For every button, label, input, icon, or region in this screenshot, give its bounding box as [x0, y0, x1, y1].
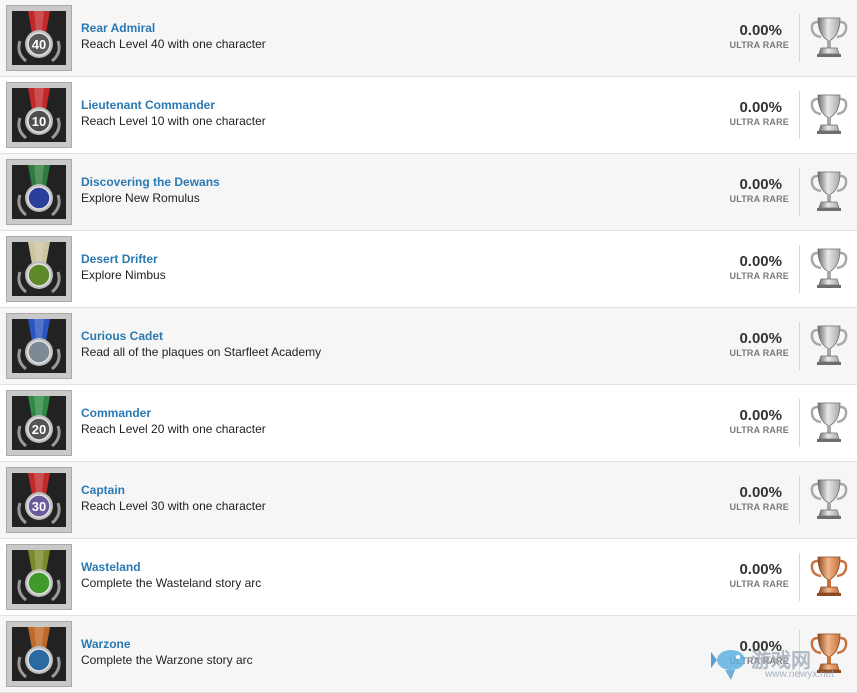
achievement-medal: 10 [6, 82, 72, 148]
achievement-title[interactable]: Discovering the Dewans [81, 175, 220, 189]
fish-logo-icon [711, 650, 745, 680]
discovering-the-dewans-medal-icon [12, 165, 66, 219]
achievement-title[interactable]: Rear Admiral [81, 21, 155, 35]
achievement-percent: 0.00% [739, 22, 782, 39]
commander-medal-icon: 20 [12, 396, 66, 450]
achievement-percent: 0.00% [739, 176, 782, 193]
achievement-percent: 0.00% [739, 407, 782, 424]
medal-level-number: 10 [32, 114, 46, 129]
row-divider [799, 245, 800, 293]
rarity-label: ULTRA RARE [729, 425, 789, 435]
rarity-label: ULTRA RARE [729, 502, 789, 512]
rarity-label: ULTRA RARE [729, 40, 789, 50]
row-divider [799, 14, 800, 62]
medal-level-number: 30 [32, 499, 46, 514]
achievement-description: Read all of the plaques on Starfleet Aca… [81, 345, 322, 359]
achievement-percent: 0.00% [739, 253, 782, 270]
silver-trophy-icon [810, 478, 848, 520]
rarity-label: ULTRA RARE [729, 117, 789, 127]
achievement-row[interactable]: Discovering the Dewans Explore New Romulu… [0, 154, 857, 231]
achievement-row[interactable]: Desert Drifter Explore Nimbus 0.00% ULTRA R… [0, 231, 857, 308]
achievement-title[interactable]: Lieutenant Commander [81, 98, 215, 112]
site-watermark: 游戏网 www.newyx.net [711, 642, 851, 684]
achievement-title[interactable]: Curious Cadet [81, 329, 163, 343]
achievement-description: Reach Level 40 with one character [81, 37, 266, 51]
achievement-row[interactable]: 10 Lieutenant Commander Reach Level 10 wit… [0, 77, 857, 154]
achievement-description: Complete the Wasteland story arc [81, 576, 262, 590]
achievement-row[interactable]: Wasteland Complete the Wasteland story ar… [0, 539, 857, 616]
desert-drifter-medal-icon [12, 242, 66, 296]
achievement-description: Reach Level 30 with one character [81, 499, 266, 513]
captain-medal-icon: 30 [12, 473, 66, 527]
rarity-label: ULTRA RARE [729, 271, 789, 281]
row-divider [799, 553, 800, 601]
achievement-medal [6, 544, 72, 610]
achievement-medal [6, 159, 72, 225]
achievement-row[interactable]: 40 Rear Admiral Reach Level 40 with one ch… [0, 0, 857, 77]
rarity-label: ULTRA RARE [729, 348, 789, 358]
silver-trophy-icon [810, 93, 848, 135]
achievement-title[interactable]: Desert Drifter [81, 252, 158, 266]
medal-level-number: 20 [32, 422, 46, 437]
rear-admiral-medal-icon: 40 [12, 11, 66, 65]
achievement-description: Explore New Romulus [81, 191, 200, 205]
silver-trophy-icon [810, 247, 848, 289]
achievement-medal [6, 313, 72, 379]
rarity-label: ULTRA RARE [729, 579, 789, 589]
achievement-medal: 40 [6, 5, 72, 71]
achievement-percent: 0.00% [739, 484, 782, 501]
silver-trophy-icon [810, 16, 848, 58]
achievement-medal: 30 [6, 467, 72, 533]
achievement-title[interactable]: Warzone [81, 637, 131, 651]
lieutenant-commander-medal-icon: 10 [12, 88, 66, 142]
silver-trophy-icon [810, 170, 848, 212]
achievement-description: Reach Level 20 with one character [81, 422, 266, 436]
achievement-row[interactable]: Curious Cadet Read all of the plaques on … [0, 308, 857, 385]
row-divider [799, 322, 800, 370]
achievement-title[interactable]: Commander [81, 406, 151, 420]
achievement-medal: 20 [6, 390, 72, 456]
achievement-description: Complete the Warzone story arc [81, 653, 253, 667]
silver-trophy-icon [810, 324, 848, 366]
rarity-label: ULTRA RARE [729, 194, 789, 204]
achievement-percent: 0.00% [739, 561, 782, 578]
achievement-row[interactable]: 20 Commander Reach Level 20 with one chara… [0, 385, 857, 462]
achievement-title[interactable]: Captain [81, 483, 125, 497]
achievement-percent: 0.00% [739, 330, 782, 347]
row-divider [799, 168, 800, 216]
achievement-list: 40 Rear Admiral Reach Level 40 with one ch… [0, 0, 857, 693]
achievement-description: Explore Nimbus [81, 268, 166, 282]
watermark-url: www.newyx.net [765, 669, 834, 680]
silver-trophy-icon [810, 401, 848, 443]
wasteland-medal-icon [12, 550, 66, 604]
achievement-medal [6, 236, 72, 302]
achievement-medal [6, 621, 72, 687]
achievement-description: Reach Level 10 with one character [81, 114, 266, 128]
medal-level-number: 40 [32, 37, 46, 52]
achievement-title[interactable]: Wasteland [81, 560, 141, 574]
warzone-medal-icon [12, 627, 66, 681]
row-divider [799, 476, 800, 524]
row-divider [799, 399, 800, 447]
bronze-trophy-icon [810, 555, 848, 597]
row-divider [799, 91, 800, 139]
achievement-row[interactable]: 30 Captain Reach Level 30 with one charact… [0, 462, 857, 539]
curious-cadet-medal-icon [12, 319, 66, 373]
achievement-percent: 0.00% [739, 99, 782, 116]
